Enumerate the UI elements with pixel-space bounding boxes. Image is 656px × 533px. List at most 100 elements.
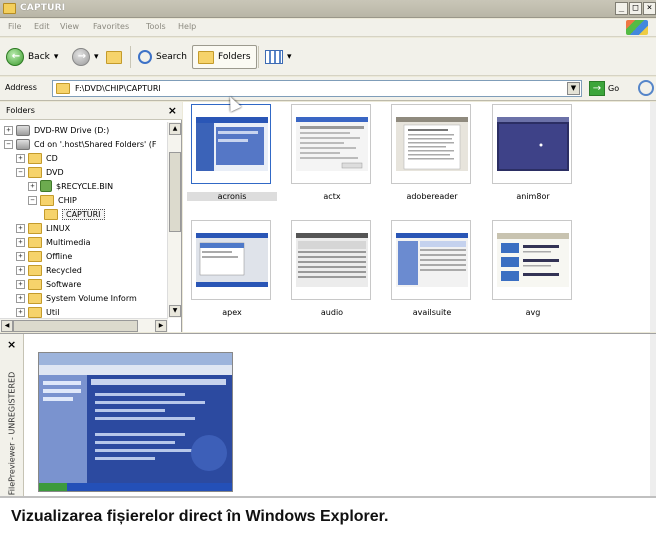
- thumbnail-frame[interactable]: [291, 104, 371, 184]
- folder-icon: [28, 152, 42, 164]
- file-thumbnail[interactable]: audio: [287, 220, 377, 330]
- thumbnail-frame[interactable]: [391, 220, 471, 300]
- folder-icon: [28, 292, 42, 304]
- file-thumbnail[interactable]: adobereader: [387, 104, 477, 214]
- scroll-right-arrow-icon[interactable]: ▶: [155, 320, 167, 332]
- tree-item-label: DVD: [46, 167, 64, 177]
- file-thumbnail[interactable]: apex: [187, 220, 277, 330]
- minimize-button[interactable]: _: [615, 2, 628, 15]
- thumbnail-frame[interactable]: [492, 104, 572, 184]
- expand-icon[interactable]: +: [16, 153, 25, 163]
- search-button[interactable]: Search: [138, 45, 187, 69]
- tree-vertical-scrollbar[interactable]: ▲ ▼: [167, 122, 181, 318]
- thumbnail-frame[interactable]: [291, 220, 371, 300]
- scroll-thumb[interactable]: [169, 152, 181, 232]
- expand-icon[interactable]: +: [16, 293, 25, 303]
- tree-item[interactable]: − Cd on '.host\Shared Folders' (F: [4, 137, 156, 151]
- tree-item-label: Offline: [46, 251, 73, 261]
- folder-icon: [28, 278, 42, 290]
- tree-item[interactable]: − CHIP: [28, 193, 77, 207]
- maximize-button[interactable]: □: [629, 2, 642, 15]
- tree-item-label: Software: [46, 279, 82, 289]
- preview-screenshot-graphic: [39, 353, 232, 491]
- search-icon[interactable]: [638, 80, 654, 96]
- tree-horizontal-scrollbar[interactable]: ◀ ▶: [0, 318, 168, 332]
- thumbnail-image: [196, 117, 268, 171]
- folder-tree: + DVD-RW Drive (D:) − Cd on '.host\Shared F…: [0, 122, 168, 318]
- file-thumbnail[interactable]: anim8or: [488, 104, 578, 214]
- scroll-left-arrow-icon[interactable]: ◀: [1, 320, 13, 332]
- preview-scrollbar[interactable]: [650, 334, 656, 496]
- tree-item[interactable]: CAPTURI: [44, 207, 105, 221]
- tree-item[interactable]: + Software: [16, 277, 81, 291]
- expand-icon[interactable]: +: [16, 279, 25, 289]
- go-button[interactable]: → Go: [589, 81, 619, 96]
- back-button[interactable]: ← Back ▾: [6, 45, 58, 69]
- toolbar-separator: [258, 46, 259, 68]
- tree-item-label: DVD-RW Drive (D:): [34, 125, 110, 135]
- folder-icon: [28, 250, 42, 262]
- tree-item[interactable]: + $RECYCLE.BIN: [28, 179, 113, 193]
- expand-icon[interactable]: +: [16, 237, 25, 247]
- tree-item[interactable]: + CD: [16, 151, 58, 165]
- expand-icon[interactable]: +: [16, 265, 25, 275]
- close-pane-button[interactable]: ×: [168, 104, 177, 117]
- expand-icon[interactable]: +: [4, 125, 13, 135]
- menu-view[interactable]: View: [60, 22, 79, 31]
- file-thumbnail[interactable]: avg: [488, 220, 578, 330]
- forward-button[interactable]: → ▾: [72, 45, 99, 69]
- search-icon: [138, 50, 152, 64]
- tree-item[interactable]: + LINUX: [16, 221, 70, 235]
- file-thumbnail[interactable]: actx: [287, 104, 377, 214]
- scroll-up-arrow-icon[interactable]: ▲: [169, 123, 181, 135]
- file-thumbnail[interactable]: acronis: [187, 104, 277, 214]
- tree-item[interactable]: + System Volume Inform: [16, 291, 137, 305]
- drive-icon: [16, 124, 30, 136]
- views-button[interactable]: ▾: [265, 45, 292, 69]
- go-label: Go: [608, 84, 620, 93]
- tree-item-label: System Volume Inform: [46, 293, 137, 303]
- expand-icon[interactable]: +: [16, 223, 25, 233]
- folder-icon: [44, 208, 58, 220]
- folder-icon: [28, 264, 42, 276]
- menu-help[interactable]: Help: [178, 22, 196, 31]
- scroll-thumb[interactable]: [13, 320, 138, 332]
- menu-tools[interactable]: Tools: [146, 22, 166, 31]
- tree-item[interactable]: + Offline: [16, 249, 72, 263]
- recycle-icon: [40, 180, 52, 192]
- address-path: F:\DVD\CHIP\CAPTURI: [75, 84, 161, 93]
- tree-item[interactable]: + Recycled: [16, 263, 82, 277]
- up-folder-button[interactable]: [106, 45, 122, 69]
- thumbnail-frame[interactable]: [391, 104, 471, 184]
- preview-label: FilePreviewer - UNREGISTERED: [7, 371, 17, 496]
- expand-icon[interactable]: +: [16, 251, 25, 261]
- address-dropdown-button[interactable]: ▼: [567, 82, 580, 95]
- tree-item[interactable]: + Multimedia: [16, 235, 90, 249]
- collapse-icon[interactable]: −: [16, 167, 25, 177]
- close-preview-button[interactable]: ×: [7, 338, 16, 351]
- tree-item[interactable]: − DVD: [16, 165, 64, 179]
- file-thumbnail[interactable]: availsuite: [387, 220, 477, 330]
- menu-edit[interactable]: Edit: [34, 22, 50, 31]
- expand-icon[interactable]: +: [28, 181, 37, 191]
- menu-file[interactable]: File: [8, 22, 21, 31]
- back-label: Back: [28, 52, 50, 62]
- collapse-icon[interactable]: −: [28, 195, 37, 205]
- thumbnail-frame[interactable]: [492, 220, 572, 300]
- folders-button[interactable]: Folders: [192, 45, 257, 69]
- close-button[interactable]: ×: [643, 2, 656, 15]
- tree-item[interactable]: + Util: [16, 305, 59, 318]
- thumbnail-frame[interactable]: [191, 104, 271, 184]
- title-bar[interactable]: CAPTURI _ □ ×: [0, 0, 656, 18]
- tree-item[interactable]: + DVD-RW Drive (D:): [4, 123, 109, 137]
- tree-item-label: CHIP: [58, 195, 77, 205]
- thumbnail-frame[interactable]: [191, 220, 271, 300]
- tree-item-label: Cd on '.host\Shared Folders' (F: [34, 139, 157, 149]
- file-area-scrollbar[interactable]: [650, 102, 656, 332]
- thumbnail-image: [396, 117, 468, 171]
- menu-favorites[interactable]: Favorites: [93, 22, 129, 31]
- address-input[interactable]: F:\DVD\CHIP\CAPTURI ▼: [52, 80, 582, 97]
- scroll-down-arrow-icon[interactable]: ▼: [169, 305, 181, 317]
- collapse-icon[interactable]: −: [4, 139, 13, 149]
- expand-icon[interactable]: +: [16, 307, 25, 317]
